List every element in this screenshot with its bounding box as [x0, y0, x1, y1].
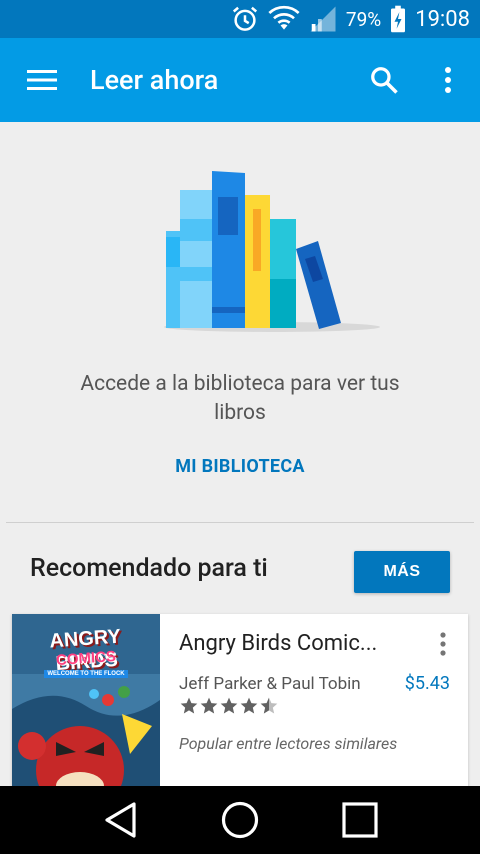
more-vert-icon — [440, 632, 446, 656]
more-vert-icon — [445, 67, 451, 93]
more-button[interactable]: MÁS — [354, 551, 450, 593]
clock: 19:08 — [415, 6, 470, 32]
book-cover[interactable]: ANGRY BIRDS COMICS WELCOME TO THE FLOCK — [12, 614, 160, 794]
recommendation-note: Popular entre lectores similares — [179, 734, 398, 753]
menu-button[interactable] — [0, 38, 84, 122]
section-divider — [6, 522, 474, 523]
app-toolbar: Leer ahora — [0, 38, 480, 122]
status-bar: 79% 19:08 — [0, 0, 480, 38]
books-illustration — [160, 167, 385, 339]
alarm-icon — [230, 4, 260, 34]
signal-icon — [308, 5, 338, 33]
book-price[interactable]: $5.43 — [405, 673, 450, 694]
book-title[interactable]: Angry Birds Comic... — [179, 631, 409, 656]
system-navigation-bar — [0, 786, 480, 854]
book-author: Jeff Parker & Paul Tobin — [179, 674, 361, 694]
book-overflow-button[interactable] — [432, 630, 454, 658]
empty-library-state: Accede a la biblioteca para ver tus libr… — [0, 122, 480, 524]
my-library-link[interactable]: MI BIBLIOTECA — [0, 456, 480, 477]
hamburger-menu-icon — [27, 70, 57, 90]
recents-icon — [342, 802, 378, 838]
battery-level: 79% — [345, 7, 382, 31]
star-icon — [180, 697, 198, 714]
search-button[interactable] — [352, 38, 416, 122]
star-icon — [200, 697, 218, 714]
home-icon — [221, 801, 259, 839]
toolbar-title: Leer ahora — [90, 64, 219, 96]
recommended-section-title: Recomendado para ti — [30, 554, 268, 583]
book-card[interactable]: ANGRY BIRDS COMICS WELCOME TO THE FLOCK … — [12, 614, 468, 794]
battery-charging-icon — [389, 5, 407, 33]
home-button[interactable] — [200, 786, 280, 854]
wifi-icon — [268, 5, 300, 33]
search-icon — [371, 67, 398, 94]
recents-button[interactable] — [320, 786, 400, 854]
overflow-menu-button[interactable] — [416, 38, 480, 122]
back-button[interactable] — [80, 786, 160, 854]
star-half-icon — [260, 697, 278, 714]
empty-library-message: Accede a la biblioteca para ver tus libr… — [80, 372, 400, 425]
cover-banner: WELCOME TO THE FLOCK — [44, 670, 128, 678]
back-icon — [105, 802, 136, 838]
rating-stars — [179, 696, 279, 716]
star-icon — [220, 697, 238, 714]
star-icon — [240, 697, 258, 714]
